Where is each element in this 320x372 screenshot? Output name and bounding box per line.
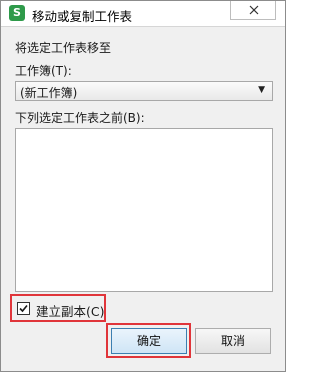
move-to-label: 将选定工作表移至	[15, 41, 112, 55]
dropdown-arrow-icon: ▼	[258, 85, 265, 95]
dialog-title: 移动或复制工作表	[32, 9, 133, 24]
move-copy-sheet-dialog: S 移动或复制工作表 将选定工作表移至 工作簿(T): (新工作簿) ▼ 下列选…	[0, 0, 286, 372]
workbook-selected-value: (新工作簿)	[20, 86, 78, 100]
app-logo-icon: S	[9, 5, 25, 21]
workbook-select[interactable]: (新工作簿) ▼	[15, 81, 273, 101]
before-sheet-listbox[interactable]	[15, 128, 273, 292]
title-bar: S 移动或复制工作表	[1, 1, 285, 27]
close-button[interactable]	[230, 1, 276, 20]
workbook-label: 工作簿(T):	[15, 64, 72, 78]
ok-button-highlight	[106, 323, 191, 358]
close-icon	[249, 5, 259, 15]
create-copy-checkbox[interactable]	[17, 302, 30, 315]
create-copy-label: 建立副本(C)	[36, 304, 105, 319]
cancel-button[interactable]: 取消	[195, 328, 271, 354]
checkmark-icon	[19, 304, 28, 313]
before-sheet-label: 下列选定工作表之前(B):	[15, 111, 145, 125]
